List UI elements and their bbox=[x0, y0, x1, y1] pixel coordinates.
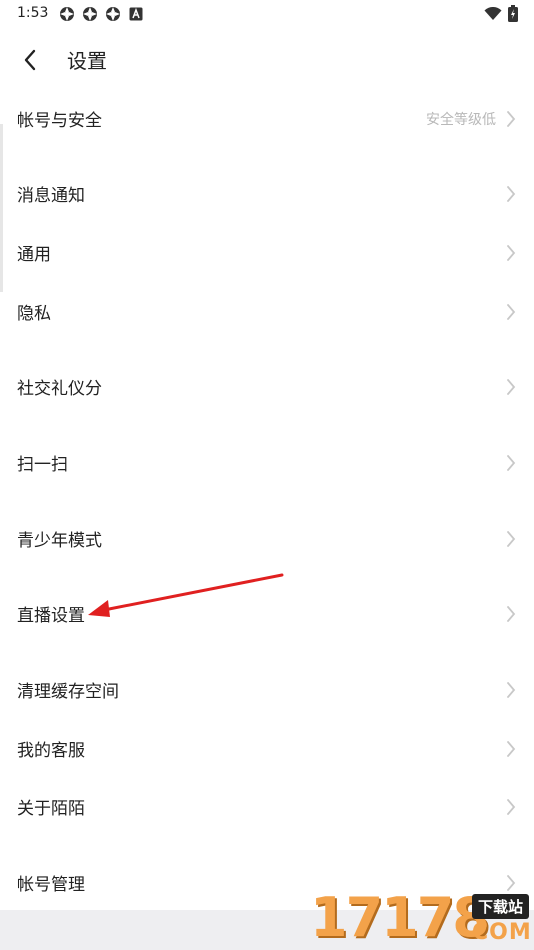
row-label: 社交礼仪分 bbox=[17, 379, 102, 399]
notification-icon bbox=[58, 5, 75, 22]
watermark-domain: COM bbox=[472, 920, 532, 945]
row-message-notification[interactable]: 消息通知 bbox=[0, 169, 534, 219]
status-system-icons bbox=[484, 5, 518, 26]
chevron-right-icon bbox=[507, 741, 516, 757]
chevron-right-icon bbox=[507, 455, 516, 471]
row-label: 直播设置 bbox=[17, 606, 85, 626]
security-level-value: 安全等级低 bbox=[426, 112, 496, 128]
battery-icon bbox=[508, 5, 518, 26]
row-clear-cache[interactable]: 清理缓存空间 bbox=[0, 665, 534, 715]
chevron-right-icon bbox=[507, 304, 516, 320]
row-label: 隐私 bbox=[17, 304, 51, 324]
a-icon bbox=[127, 5, 144, 22]
row-account-security[interactable]: 帐号与安全 安全等级低 bbox=[0, 94, 534, 144]
status-bar: 1:53 bbox=[0, 0, 534, 28]
header: 设置 bbox=[0, 34, 534, 84]
page-title: 设置 bbox=[67, 49, 107, 73]
row-label: 消息通知 bbox=[17, 186, 85, 206]
row-customer-service[interactable]: 我的客服 bbox=[0, 724, 534, 774]
row-label: 清理缓存空间 bbox=[17, 682, 119, 702]
watermark-badge: 下载站 bbox=[472, 894, 530, 919]
row-label: 青少年模式 bbox=[17, 531, 102, 551]
row-label: 扫一扫 bbox=[17, 455, 68, 475]
chevron-right-icon bbox=[507, 682, 516, 698]
row-label: 我的客服 bbox=[17, 741, 85, 761]
chevron-right-icon bbox=[507, 379, 516, 395]
chevron-right-icon bbox=[507, 606, 516, 622]
row-live-settings[interactable]: 直播设置 bbox=[0, 589, 534, 639]
wifi-icon bbox=[484, 6, 502, 25]
chevron-right-icon bbox=[507, 531, 516, 547]
watermark-logo: 17178 下载站 COM bbox=[310, 886, 534, 950]
chevron-right-icon bbox=[507, 799, 516, 815]
chevron-right-icon bbox=[507, 186, 516, 202]
back-arrow-icon bbox=[24, 49, 36, 71]
row-label: 关于陌陌 bbox=[17, 799, 85, 819]
status-notification-icons bbox=[58, 5, 144, 22]
row-label: 帐号与安全 bbox=[17, 111, 102, 131]
row-general[interactable]: 通用 bbox=[0, 228, 534, 278]
row-scan[interactable]: 扫一扫 bbox=[0, 438, 534, 488]
row-youth-mode[interactable]: 青少年模式 bbox=[0, 514, 534, 564]
row-about[interactable]: 关于陌陌 bbox=[0, 782, 534, 832]
row-social-etiquette-score[interactable]: 社交礼仪分 bbox=[0, 362, 534, 412]
row-label: 帐号管理 bbox=[17, 875, 85, 895]
status-time: 1:53 bbox=[17, 5, 49, 21]
chevron-right-icon bbox=[507, 245, 516, 261]
chevron-right-icon bbox=[507, 111, 516, 127]
notification-icon bbox=[81, 5, 98, 22]
back-button[interactable] bbox=[14, 44, 46, 76]
watermark-number: 17178 bbox=[310, 886, 490, 949]
notification-icon bbox=[104, 5, 121, 22]
row-privacy[interactable]: 隐私 bbox=[0, 287, 534, 337]
row-label: 通用 bbox=[17, 245, 51, 265]
